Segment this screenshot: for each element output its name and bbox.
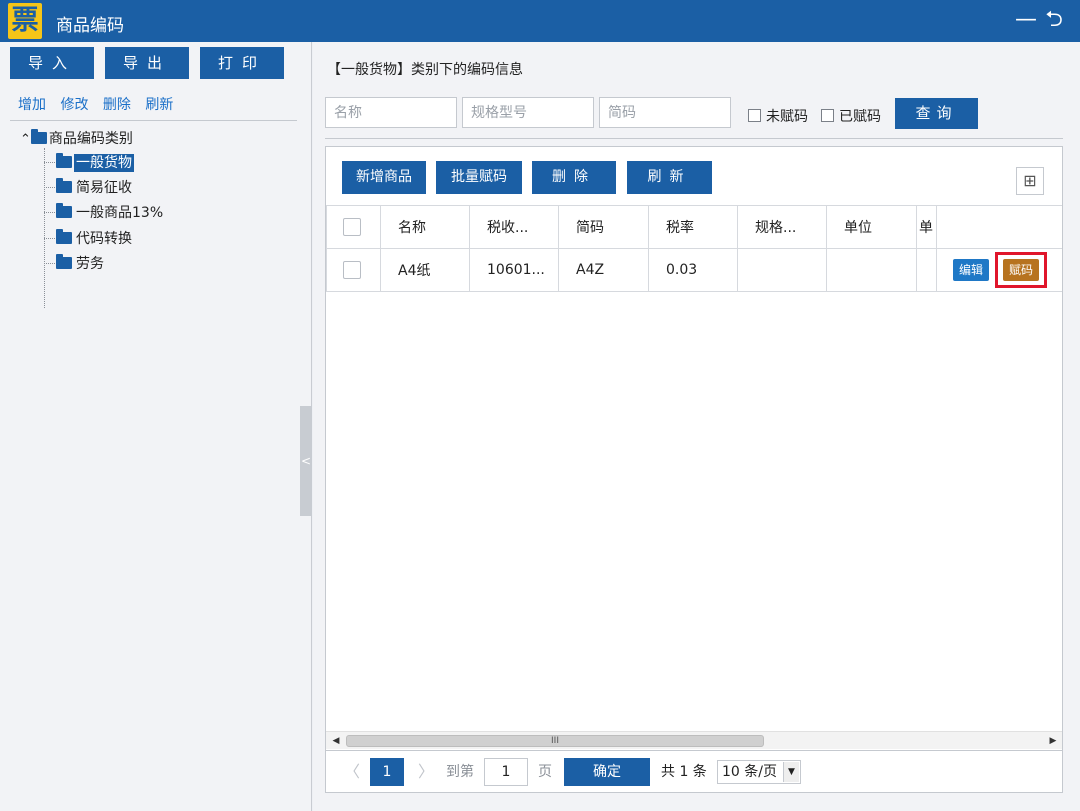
add-category-link[interactable]: 增加 bbox=[18, 97, 46, 113]
next-page-icon[interactable]: 〉 bbox=[418, 758, 434, 786]
row-actions: 编辑 赋码 bbox=[936, 248, 1062, 292]
goto-label: 到第 bbox=[446, 764, 474, 780]
confirm-page-button[interactable]: 确定 bbox=[564, 758, 650, 786]
panel-collapse-handle[interactable]: < bbox=[300, 406, 312, 516]
folder-icon bbox=[56, 178, 72, 193]
title-bar: 票 商品编码 — ⮌ bbox=[0, 0, 1080, 42]
app-logo: 票 bbox=[8, 3, 42, 39]
page-size-value: 10 条/页 bbox=[722, 764, 777, 780]
folder-icon bbox=[56, 203, 72, 218]
edit-category-link[interactable]: 修改 bbox=[60, 97, 88, 113]
unassigned-checkbox[interactable] bbox=[748, 109, 761, 122]
assign-code-button[interactable]: 赋码 bbox=[1003, 259, 1040, 281]
tree-root[interactable]: ⌃ 商品编码类别 bbox=[20, 128, 133, 148]
column-header[interactable]: 单位 bbox=[826, 205, 917, 249]
tree-item-goods-13[interactable]: 一般商品13% bbox=[44, 202, 165, 222]
cell-tax-code: 10601... bbox=[469, 248, 559, 292]
name-search-input[interactable] bbox=[325, 97, 457, 128]
folder-icon bbox=[56, 254, 72, 269]
tree-item-general-goods[interactable]: 一般货物 bbox=[44, 152, 134, 172]
delete-category-link[interactable]: 删除 bbox=[103, 97, 131, 113]
scroll-thumb[interactable]: III bbox=[346, 735, 764, 747]
print-button[interactable]: 打印 bbox=[200, 47, 284, 79]
actions-header bbox=[936, 205, 1062, 249]
column-header[interactable]: 单 bbox=[916, 205, 937, 249]
cell-hidden bbox=[916, 248, 937, 292]
unassigned-label: 未赋码 bbox=[766, 109, 808, 125]
pagination: 〈 1 〉 到第 页 确定 共 1 条 10 条/页 ▼ bbox=[325, 751, 1063, 793]
folder-icon bbox=[56, 229, 72, 244]
add-product-button[interactable]: 新增商品 bbox=[342, 161, 426, 194]
refresh-category-link[interactable]: 刷新 bbox=[145, 97, 173, 113]
assigned-label: 已赋码 bbox=[839, 109, 881, 125]
query-button[interactable]: 查询 bbox=[895, 98, 978, 129]
tree-item-code-convert[interactable]: 代码转换 bbox=[44, 228, 134, 248]
table-row[interactable]: A4纸 10601... A4Z 0.03 编辑 赋码 bbox=[326, 248, 1062, 292]
batch-assign-button[interactable]: 批量赋码 bbox=[436, 161, 522, 194]
page-size-select[interactable]: 10 条/页 ▼ bbox=[717, 760, 801, 784]
column-settings-icon[interactable]: ⊞ bbox=[1016, 167, 1044, 195]
unassigned-filter[interactable]: 未赋码 bbox=[748, 106, 808, 125]
category-actions: 增加 修改 删除 刷新 bbox=[18, 94, 183, 114]
import-button[interactable]: 导入 bbox=[10, 47, 94, 79]
horizontal-scrollbar[interactable]: ◀ III ▶ bbox=[326, 731, 1062, 749]
select-all-cell bbox=[326, 205, 381, 249]
page-unit-label: 页 bbox=[538, 764, 552, 780]
assigned-checkbox[interactable] bbox=[821, 109, 834, 122]
select-all-checkbox[interactable] bbox=[343, 218, 361, 236]
column-header[interactable]: 名称 bbox=[380, 205, 470, 249]
folder-icon bbox=[30, 129, 47, 144]
collapse-icon[interactable]: ⌃ bbox=[20, 132, 31, 147]
dropdown-arrow-icon[interactable]: ▼ bbox=[783, 762, 799, 782]
tree-item-label: 劳务 bbox=[76, 256, 104, 272]
column-header[interactable]: 简码 bbox=[558, 205, 649, 249]
column-header[interactable]: 税率 bbox=[648, 205, 738, 249]
tree-item-label: 一般货物 bbox=[74, 154, 134, 172]
current-page[interactable]: 1 bbox=[370, 758, 404, 786]
cell-spec bbox=[737, 248, 827, 292]
scroll-left-icon[interactable]: ◀ bbox=[329, 734, 343, 748]
prev-page-icon[interactable]: 〈 bbox=[344, 758, 360, 786]
cell-unit bbox=[826, 248, 917, 292]
cell-short-code: A4Z bbox=[558, 248, 649, 292]
return-icon[interactable]: ⮌ bbox=[1040, 6, 1068, 34]
tree-item-labor[interactable]: 劳务 bbox=[44, 253, 106, 273]
assign-code-highlight: 赋码 bbox=[995, 252, 1048, 288]
row-checkbox[interactable] bbox=[343, 261, 361, 279]
short-code-search-input[interactable] bbox=[599, 97, 731, 128]
goto-page-input[interactable] bbox=[484, 758, 528, 786]
tree-item-simple-levy[interactable]: 简易征收 bbox=[44, 177, 134, 197]
divider bbox=[325, 138, 1063, 139]
window-title: 商品编码 bbox=[56, 16, 124, 36]
spec-search-input[interactable] bbox=[462, 97, 594, 128]
table-header-row: 名称 税收... 简码 税率 规格... 单位 单 bbox=[326, 205, 1062, 249]
main-panel: 【一般货物】类别下的编码信息 未赋码 已赋码 查询 新增商品 批量赋码 删除 刷… bbox=[313, 42, 1080, 811]
column-header[interactable]: 税收... bbox=[469, 205, 559, 249]
cell-rate: 0.03 bbox=[648, 248, 738, 292]
delete-button[interactable]: 删除 bbox=[532, 161, 616, 194]
total-count: 共 1 条 bbox=[661, 764, 707, 780]
tree-root-label: 商品编码类别 bbox=[48, 131, 133, 147]
tree-item-label: 简易征收 bbox=[76, 180, 132, 196]
refresh-button[interactable]: 刷新 bbox=[627, 161, 712, 194]
minimize-icon[interactable]: — bbox=[1012, 6, 1040, 34]
scroll-right-icon[interactable]: ▶ bbox=[1046, 734, 1060, 748]
tree-item-label: 一般商品13% bbox=[76, 205, 164, 221]
row-select-cell bbox=[326, 248, 381, 292]
export-button[interactable]: 导出 bbox=[105, 47, 189, 79]
cell-name: A4纸 bbox=[380, 248, 470, 292]
edit-row-button[interactable]: 编辑 bbox=[953, 259, 990, 281]
product-table: 名称 税收... 简码 税率 规格... 单位 单 A4纸 10601... A… bbox=[326, 205, 1062, 292]
column-header[interactable]: 规格... bbox=[737, 205, 827, 249]
tree-item-label: 代码转换 bbox=[76, 231, 132, 247]
category-panel: 导入 导出 打印 增加 修改 删除 刷新 ⌃ 商品编码类别 一般货物 简易征收 一… bbox=[0, 42, 312, 811]
page-title: 【一般货物】类别下的编码信息 bbox=[327, 62, 523, 78]
divider bbox=[10, 120, 297, 121]
assigned-filter[interactable]: 已赋码 bbox=[821, 106, 881, 125]
folder-icon bbox=[56, 153, 72, 168]
product-grid-panel: 新增商品 批量赋码 删除 刷新 ⊞ 名称 税收... 简码 税率 规格... 单… bbox=[325, 146, 1063, 751]
